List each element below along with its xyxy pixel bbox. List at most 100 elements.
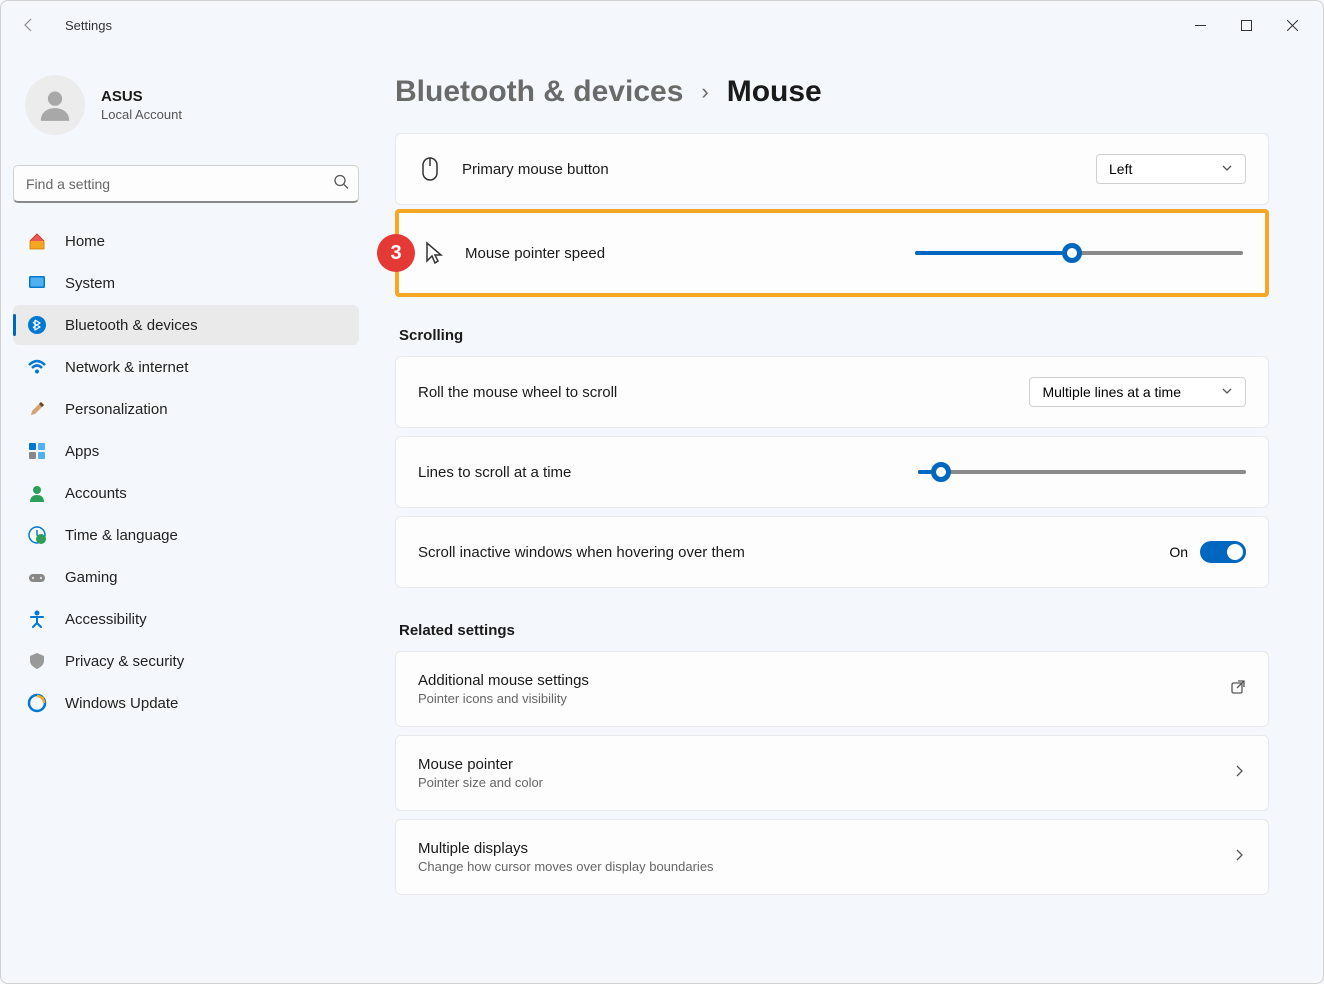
setting-label: Mouse pointer speed <box>465 245 895 262</box>
breadcrumb: Bluetooth & devices › Mouse <box>395 75 1269 109</box>
primary-button-dropdown[interactable]: Left <box>1096 154 1246 184</box>
close-button[interactable] <box>1269 9 1315 41</box>
setting-label: Scroll inactive windows when hovering ov… <box>418 544 1149 561</box>
mouse-pointer-link[interactable]: Mouse pointer Pointer size and color <box>395 735 1269 811</box>
sidebar-item-windows-update[interactable]: Windows Update <box>13 683 359 723</box>
page-title: Mouse <box>727 75 822 109</box>
sidebar-item-time-language[interactable]: Time & language <box>13 515 359 555</box>
sidebar-item-network[interactable]: Network & internet <box>13 347 359 387</box>
roll-wheel-row: Roll the mouse wheel to scroll Multiple … <box>395 356 1269 428</box>
maximize-button[interactable] <box>1223 9 1269 41</box>
sidebar-item-label: Network & internet <box>65 359 188 376</box>
sidebar-item-label: Apps <box>65 443 99 460</box>
toggle-knob <box>1227 544 1243 560</box>
chevron-right-icon <box>1232 848 1246 867</box>
sidebar-item-label: Privacy & security <box>65 653 184 670</box>
link-title: Mouse pointer <box>418 756 1212 773</box>
wifi-icon <box>27 357 47 377</box>
slider-thumb[interactable] <box>931 462 951 482</box>
external-link-icon <box>1230 679 1246 700</box>
sidebar-item-system[interactable]: System <box>13 263 359 303</box>
link-title: Multiple displays <box>418 840 1212 857</box>
home-icon <box>27 231 47 251</box>
scrolling-header: Scrolling <box>399 327 1269 344</box>
chevron-right-icon: › <box>701 79 708 105</box>
dropdown-value: Multiple lines at a time <box>1042 384 1181 400</box>
link-subtitle: Pointer icons and visibility <box>418 691 1210 706</box>
roll-wheel-dropdown[interactable]: Multiple lines at a time <box>1029 377 1246 407</box>
window-controls <box>1177 9 1315 41</box>
scroll-inactive-toggle[interactable] <box>1200 541 1246 563</box>
close-icon <box>1287 20 1298 31</box>
sidebar-item-gaming[interactable]: Gaming <box>13 557 359 597</box>
sidebar-item-label: Gaming <box>65 569 118 586</box>
mouse-icon <box>418 157 442 181</box>
sidebar-item-label: Windows Update <box>65 695 178 712</box>
sidebar-item-apps[interactable]: Apps <box>13 431 359 471</box>
scroll-inactive-row: Scroll inactive windows when hovering ov… <box>395 516 1269 588</box>
shield-icon <box>27 651 47 671</box>
gamepad-icon <box>27 567 47 587</box>
profile-name: ASUS <box>101 88 182 105</box>
related-settings-header: Related settings <box>399 622 1269 639</box>
apps-icon <box>27 441 47 461</box>
paintbrush-icon <box>27 399 47 419</box>
profile-section[interactable]: ASUS Local Account <box>13 65 359 159</box>
sidebar-item-home[interactable]: Home <box>13 221 359 261</box>
pointer-speed-highlight: 3 Mouse pointer speed <box>395 209 1269 297</box>
sidebar-item-label: System <box>65 275 115 292</box>
person-icon <box>36 86 74 124</box>
toggle-state-label: On <box>1169 544 1188 560</box>
sidebar-item-label: Home <box>65 233 105 250</box>
system-icon <box>27 273 47 293</box>
link-subtitle: Change how cursor moves over display bou… <box>418 859 1212 874</box>
slider-thumb[interactable] <box>1062 243 1082 263</box>
sidebar-item-accessibility[interactable]: Accessibility <box>13 599 359 639</box>
multiple-displays-link[interactable]: Multiple displays Change how cursor move… <box>395 819 1269 895</box>
dropdown-value: Left <box>1109 161 1132 177</box>
lines-scroll-slider[interactable] <box>918 470 1246 474</box>
sidebar-item-label: Accounts <box>65 485 127 502</box>
minimize-icon <box>1195 20 1206 31</box>
sidebar: ASUS Local Account Home System Bluetoot <box>1 49 371 983</box>
sidebar-item-personalization[interactable]: Personalization <box>13 389 359 429</box>
accounts-icon <box>27 483 47 503</box>
content-area: Bluetooth & devices › Mouse Primary mous… <box>371 49 1323 983</box>
arrow-left-icon <box>21 17 37 33</box>
sidebar-item-label: Bluetooth & devices <box>65 317 198 334</box>
back-button[interactable] <box>9 5 49 45</box>
chevron-down-icon <box>1221 161 1233 177</box>
sidebar-item-label: Accessibility <box>65 611 147 628</box>
link-title: Additional mouse settings <box>418 672 1210 689</box>
profile-subtitle: Local Account <box>101 107 182 122</box>
sidebar-item-accounts[interactable]: Accounts <box>13 473 359 513</box>
maximize-icon <box>1241 20 1252 31</box>
sidebar-item-label: Time & language <box>65 527 178 544</box>
accessibility-icon <box>27 609 47 629</box>
avatar <box>25 75 85 135</box>
cursor-icon <box>421 241 445 265</box>
setting-label: Roll the mouse wheel to scroll <box>418 384 1009 401</box>
bluetooth-icon <box>27 315 47 335</box>
additional-mouse-settings-link[interactable]: Additional mouse settings Pointer icons … <box>395 651 1269 727</box>
sidebar-item-label: Personalization <box>65 401 168 418</box>
breadcrumb-parent[interactable]: Bluetooth & devices <box>395 75 683 109</box>
setting-label: Lines to scroll at a time <box>418 464 898 481</box>
nav-list: Home System Bluetooth & devices Network … <box>13 221 359 723</box>
sidebar-item-bluetooth-devices[interactable]: Bluetooth & devices <box>13 305 359 345</box>
search-container <box>13 165 359 203</box>
update-icon <box>27 693 47 713</box>
titlebar: Settings <box>1 1 1323 49</box>
pointer-speed-slider[interactable] <box>915 251 1243 255</box>
primary-mouse-button-row: Primary mouse button Left <box>395 133 1269 205</box>
lines-scroll-row: Lines to scroll at a time <box>395 436 1269 508</box>
search-icon[interactable] <box>333 174 349 195</box>
search-input[interactable] <box>13 165 359 203</box>
app-title: Settings <box>65 18 112 33</box>
chevron-right-icon <box>1232 764 1246 783</box>
minimize-button[interactable] <box>1177 9 1223 41</box>
link-subtitle: Pointer size and color <box>418 775 1212 790</box>
chevron-down-icon <box>1221 384 1233 400</box>
annotation-badge: 3 <box>377 234 415 272</box>
sidebar-item-privacy[interactable]: Privacy & security <box>13 641 359 681</box>
